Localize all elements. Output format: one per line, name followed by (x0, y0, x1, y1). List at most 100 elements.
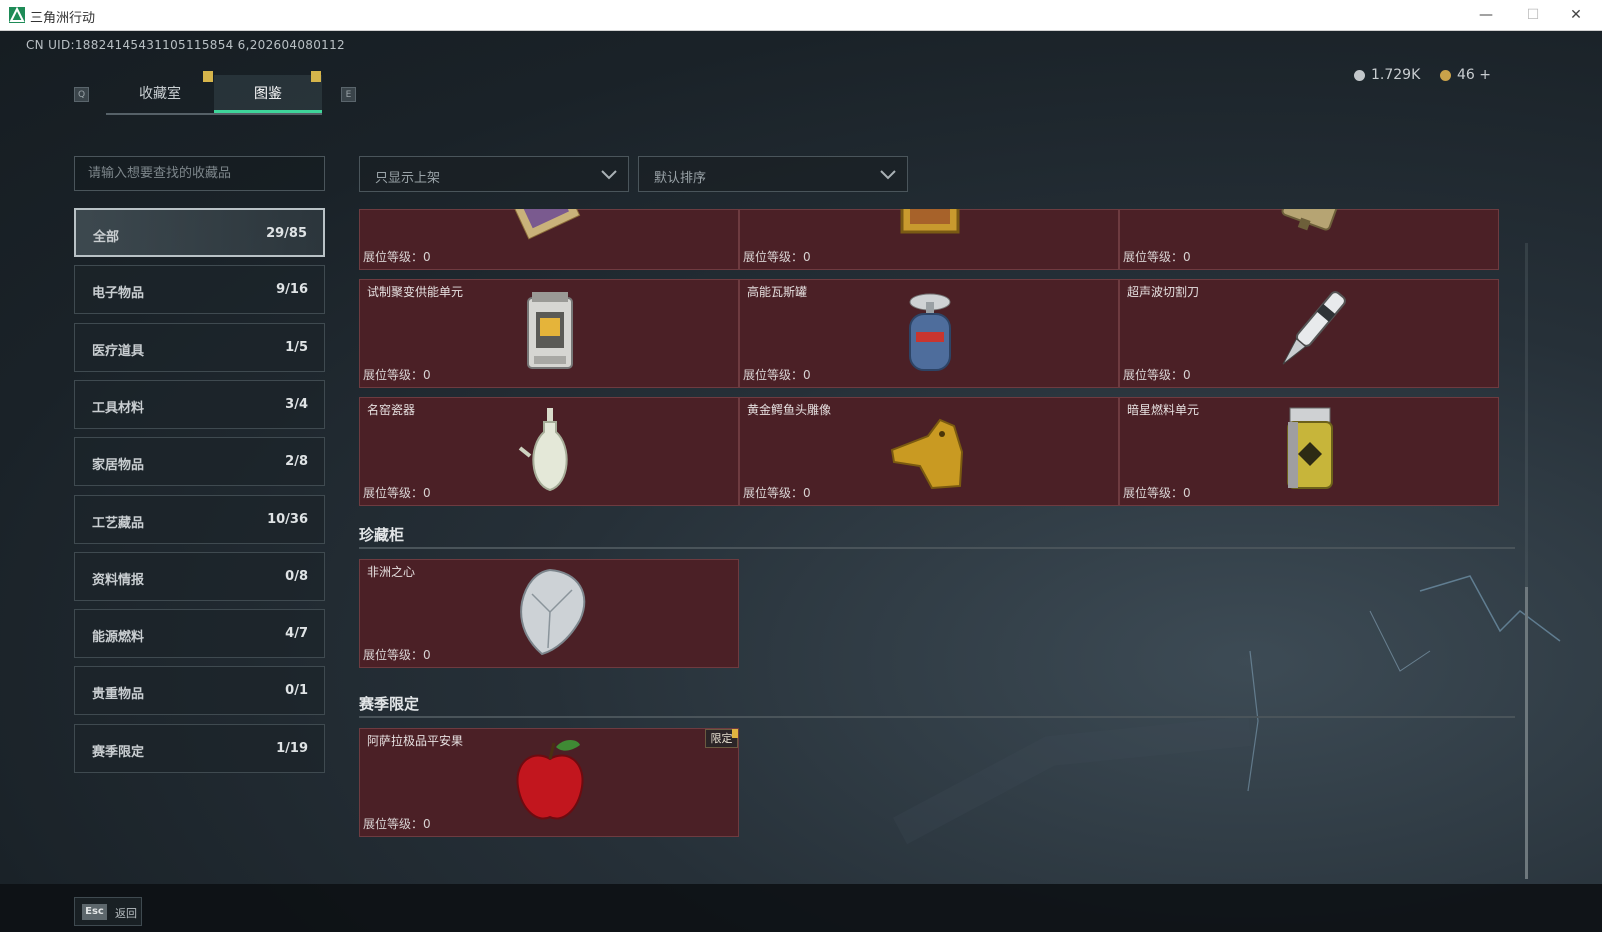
fusion-unit-icon (500, 288, 600, 376)
diamond-icon (500, 568, 600, 656)
silver-currency: 1.729K (1354, 67, 1420, 83)
item-name: 阿萨拉极品平安果 (367, 734, 464, 748)
badge-flag (732, 729, 738, 738)
category-count: 3/4 (285, 396, 308, 412)
booth-level: 展位等级：0 (363, 648, 431, 662)
window-title-bar: 三角洲行动 — ☐ ✕ (0, 0, 1602, 31)
collectible-card[interactable]: 超声波切割刀展位等级：0 (1119, 279, 1499, 388)
category-count: 4/7 (285, 626, 308, 642)
booth-level: 展位等级：0 (363, 817, 431, 831)
collectible-card[interactable]: 阿萨拉极品平安果 展位等级：0 限定 (359, 728, 739, 837)
booth-level: 展位等级：0 (743, 486, 811, 500)
close-button[interactable]: ✕ (1556, 4, 1596, 26)
category-item[interactable]: 能源燃料 4/7 (74, 609, 325, 659)
maximize-button[interactable]: ☐ (1513, 4, 1553, 26)
booth-level: 展位等级：0 (363, 368, 431, 382)
category-count: 9/16 (276, 282, 308, 298)
collectible-card[interactable]: 展位等级：0 (1119, 209, 1499, 270)
category-item[interactable]: 工具材料 3/4 (74, 379, 325, 429)
app-logo-icon (9, 7, 25, 23)
booth-level: 展位等级：0 (1123, 486, 1191, 500)
category-item[interactable]: 全部 29/85 (74, 208, 325, 257)
chevron-down-icon (601, 170, 617, 180)
category-item[interactable]: 赛季限定 1/19 (74, 723, 325, 773)
item-name: 高能瓦斯罐 (747, 285, 808, 299)
gold-amount: 46 + (1457, 67, 1491, 83)
back-button[interactable]: Esc 返回 (74, 897, 142, 926)
item-name: 黄金鳄鱼头雕像 (747, 403, 832, 417)
next-tab-key[interactable]: E (341, 87, 356, 102)
esc-key: Esc (82, 904, 107, 920)
item-grid: 展位等级：0 展位等级：0 展位等级：0 试制聚变供能单元 展位等级：0 高能瓦斯罐 展位等… (359, 209, 1521, 881)
porcelain-vase-icon (500, 406, 600, 494)
category-count: 1/19 (276, 740, 308, 756)
silver-amount: 1.729K (1371, 67, 1421, 83)
collectible-card[interactable]: 黄金鳄鱼头雕像展位等级：0 (739, 397, 1119, 506)
item-name: 暗星燃料单元 (1127, 403, 1200, 417)
gas-canister-icon (880, 288, 980, 376)
category-count: 0/1 (285, 683, 308, 699)
tab-catalog[interactable]: 图鉴 (214, 75, 322, 113)
display-filter-dropdown[interactable]: 只显示上架 (359, 156, 629, 192)
gold-crocodile-icon (880, 406, 980, 494)
tab-marker (203, 71, 213, 82)
display-filter-label: 只显示上架 (375, 171, 441, 186)
category-label: 贵重物品 (92, 687, 145, 703)
section-divider (359, 547, 1515, 549)
collectible-card[interactable]: 高能瓦斯罐展位等级：0 (739, 279, 1119, 388)
category-label: 工具材料 (92, 400, 145, 416)
category-count: 0/8 (285, 568, 308, 584)
booth-level: 展位等级：0 (743, 368, 811, 382)
minimize-button[interactable]: — (1466, 4, 1506, 26)
collectible-card[interactable]: 暗星燃料单元展位等级：0 (1119, 397, 1499, 506)
category-count: 10/36 (267, 511, 308, 527)
tab-bar: 收藏室 图鉴 (106, 71, 322, 115)
game-screen: CN UID:18824145431105115854 6,2026040801… (0, 31, 1602, 932)
booth-level: 展位等级：0 (363, 486, 431, 500)
category-label: 医疗道具 (92, 343, 145, 359)
collectible-card[interactable]: 名窑瓷器展位等级：0 (359, 397, 739, 506)
search-input[interactable] (75, 157, 324, 190)
collectible-card[interactable]: 非洲之心展位等级：0 (359, 559, 739, 668)
user-uid: CN UID:18824145431105115854 6,2026040801… (26, 38, 345, 52)
item-name: 超声波切割刀 (1127, 285, 1200, 299)
search-box[interactable] (74, 156, 325, 191)
category-count: 1/5 (285, 339, 308, 355)
category-label: 赛季限定 (92, 744, 145, 760)
collectible-card[interactable]: 展位等级：0 (359, 209, 739, 270)
category-label: 家居物品 (92, 458, 145, 474)
section-divider (359, 716, 1515, 718)
booth-level: 展位等级：0 (1123, 368, 1191, 382)
category-item[interactable]: 家居物品 2/8 (74, 437, 325, 487)
item-name: 名窑瓷器 (367, 403, 416, 417)
fuel-cell-icon (1260, 406, 1360, 494)
gold-currency[interactable]: 46 + (1440, 67, 1491, 83)
apple-icon (500, 737, 600, 825)
category-count: 2/8 (285, 454, 308, 470)
category-label: 全部 (93, 230, 120, 245)
item-name: 试制聚变供能单元 (367, 285, 464, 299)
tab-collection-room[interactable]: 收藏室 (106, 75, 214, 113)
category-item[interactable]: 医疗道具 1/5 (74, 322, 325, 372)
scrollbar-thumb[interactable] (1525, 587, 1528, 879)
card-artifact-icon (500, 209, 600, 276)
collectible-card[interactable]: 试制聚变供能单元展位等级：0 (359, 279, 739, 388)
category-item[interactable]: 工艺藏品 10/36 (74, 494, 325, 544)
prev-tab-key[interactable]: Q (74, 87, 89, 102)
section-title: 赛季限定 (359, 695, 420, 713)
ultrasonic-knife-icon (1260, 288, 1360, 376)
category-item[interactable]: 贵重物品 0/1 (74, 666, 325, 716)
category-item[interactable]: 资料情报 0/8 (74, 551, 325, 601)
circuit-device-icon (1260, 209, 1360, 276)
framed-painting-icon (880, 209, 980, 276)
item-name: 非洲之心 (367, 565, 416, 579)
collectible-card[interactable]: 展位等级：0 (739, 209, 1119, 270)
category-label: 电子物品 (92, 286, 145, 302)
back-label: 返回 (115, 907, 137, 920)
category-label: 工艺藏品 (92, 515, 145, 531)
category-item[interactable]: 电子物品 9/16 (74, 265, 325, 315)
sort-dropdown[interactable]: 默认排序 (638, 156, 908, 192)
silver-coin-icon (1354, 69, 1365, 81)
booth-level: 展位等级：0 (743, 250, 811, 264)
bottom-bar (0, 884, 1602, 932)
